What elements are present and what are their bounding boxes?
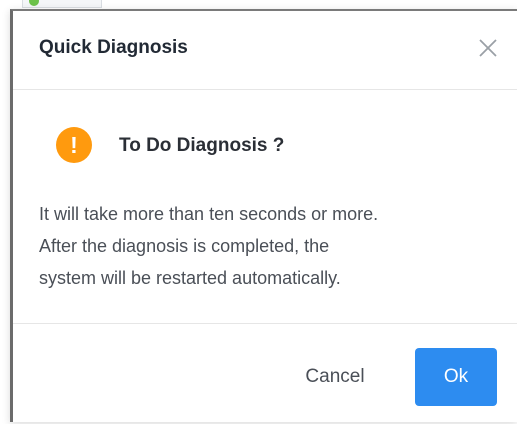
message-line: After the diagnosis is completed, the [39,236,330,256]
dialog-body: ! To Do Diagnosis ? It will take more th… [13,90,517,324]
close-button[interactable] [475,35,501,61]
confirm-heading: To Do Diagnosis ? [119,135,285,156]
quick-diagnosis-dialog: Quick Diagnosis ! To Do Diagnosis ? It w… [10,9,517,422]
close-icon [479,39,497,57]
warning-exclamation-icon: ! [56,127,92,163]
confirm-message: It will take more than ten seconds or mo… [39,198,499,294]
message-line: system will be restarted automatically. [39,268,341,288]
cancel-button[interactable]: Cancel [283,348,387,406]
dialog-title: Quick Diagnosis [39,37,188,58]
status-dot-icon [29,0,39,6]
background-tab-fragment [22,0,102,8]
ok-button[interactable]: Ok [415,348,497,406]
message-line: It will take more than ten seconds or mo… [39,204,379,224]
page-backdrop: Quick Diagnosis ! To Do Diagnosis ? It w… [0,0,517,422]
dialog-footer: Cancel Ok [13,324,517,424]
dialog-header: Quick Diagnosis [13,11,517,90]
